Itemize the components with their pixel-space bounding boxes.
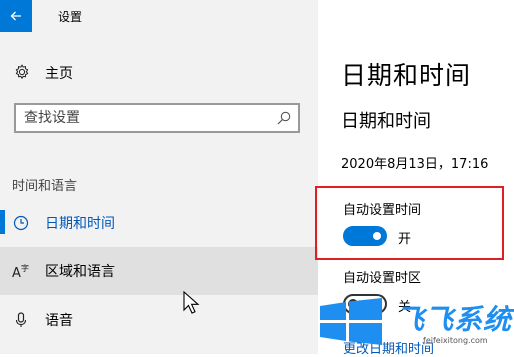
search-box[interactable]: [14, 103, 300, 133]
title-bar: 设置: [0, 0, 318, 32]
home-label: 主页: [45, 66, 73, 82]
language-icon: A 字: [12, 263, 29, 279]
toggle-knob: [373, 232, 381, 240]
search-input[interactable]: [24, 109, 264, 127]
auto-timezone-label: 自动设置时区: [343, 271, 422, 286]
current-datetime: 2020年8月13日，17:16: [341, 157, 489, 172]
sidebar-item-label: 区域和语言: [45, 264, 115, 280]
svg-text:A: A: [12, 266, 21, 279]
auto-time-toggle[interactable]: [343, 226, 387, 246]
section-header: 时间和语言: [12, 179, 78, 194]
sidebar-item-label: 语音: [45, 313, 73, 329]
sidebar-item-speech[interactable]: 语音: [0, 296, 318, 344]
sidebar: 设置 主页 时间和语言 日期和时间 A 字 区域和语言: [0, 0, 318, 354]
search-icon[interactable]: [276, 110, 292, 126]
section-title: 日期和时间: [341, 111, 431, 132]
mouse-cursor-icon: [183, 291, 200, 314]
highlight-annotation: [315, 186, 504, 260]
back-arrow-icon: [10, 11, 21, 21]
sidebar-item-home[interactable]: 主页: [0, 56, 318, 88]
sidebar-item-region-language[interactable]: A 字 区域和语言: [0, 247, 318, 295]
back-button[interactable]: [0, 0, 32, 32]
watermark-text: 飞飞系统: [396, 303, 513, 336]
page-title: 日期和时间: [341, 61, 472, 90]
auto-time-label: 自动设置时间: [343, 203, 422, 218]
watermark-url: feifeixitong.com: [423, 336, 488, 345]
watermark: 飞飞系统 feifeixitong.com: [318, 292, 514, 354]
windows-logo-icon: [320, 298, 382, 345]
svg-text:字: 字: [21, 263, 29, 273]
gear-icon: [15, 64, 29, 80]
sidebar-item-date-time[interactable]: 日期和时间: [0, 199, 318, 247]
active-indicator: [0, 210, 5, 234]
clock-icon: [13, 215, 29, 231]
microphone-icon: [15, 312, 27, 327]
sidebar-item-label: 日期和时间: [45, 216, 115, 232]
window-title: 设置: [58, 10, 83, 24]
auto-time-state: 开: [398, 232, 412, 247]
